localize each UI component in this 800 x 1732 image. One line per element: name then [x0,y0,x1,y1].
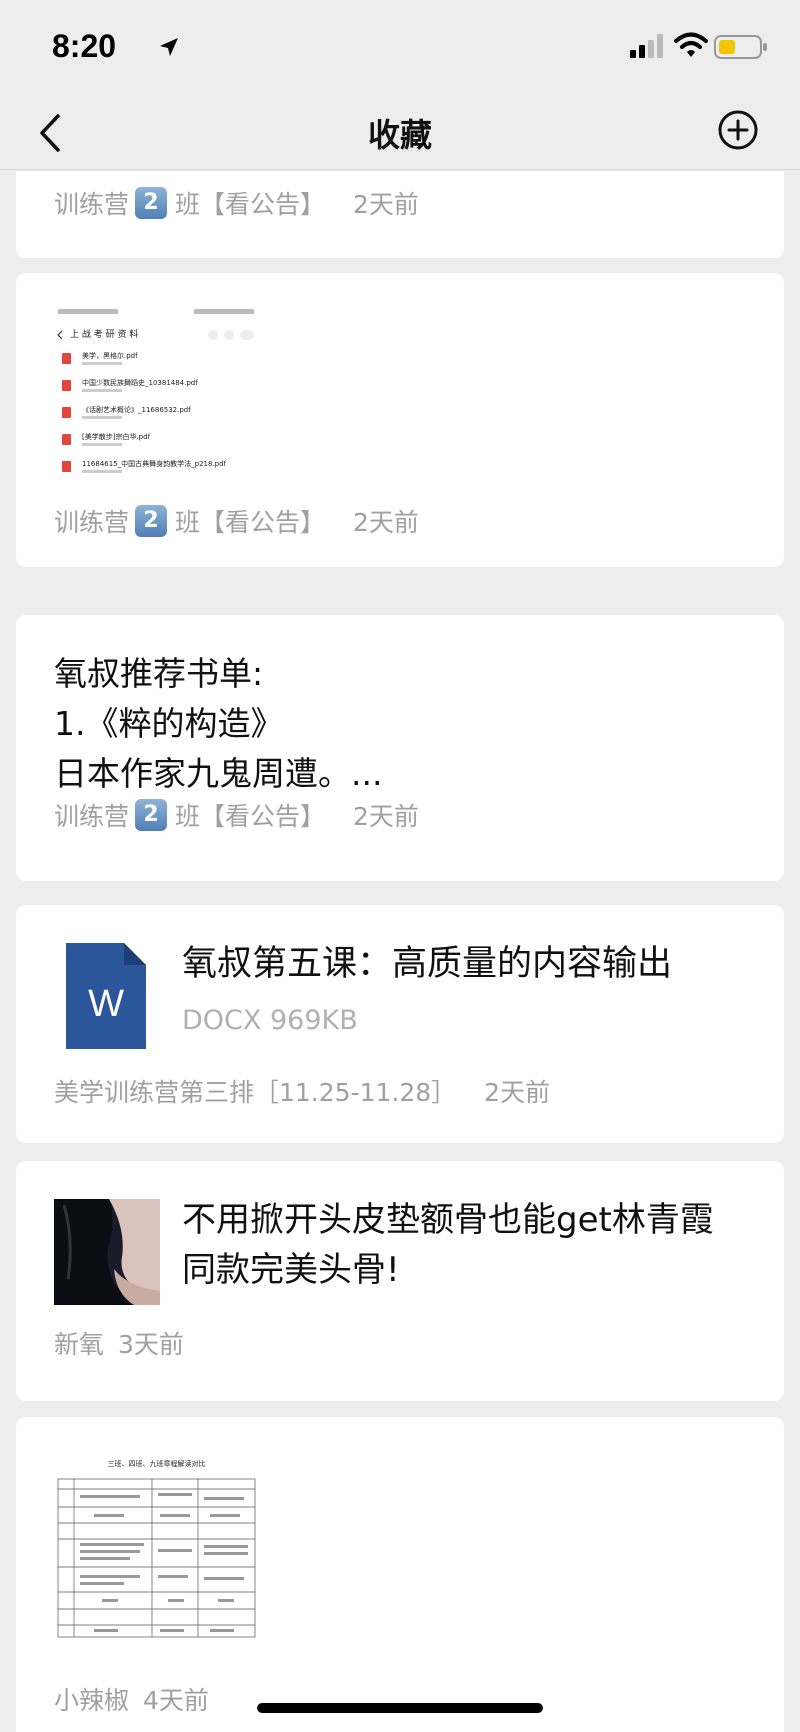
item-time: 4天前 [143,1686,209,1715]
word-icon-letter: W [88,983,124,1025]
item-meta: 新氧 3天前 [54,1325,184,1361]
item-meta: 训练营 2 班【看公告】 2天前 [54,797,419,833]
pdf-icon [62,380,71,391]
source-name: 美学训练营第三排［11.25-11.28］ [54,1078,457,1107]
item-time: 3天前 [118,1330,184,1359]
table-preview [57,1478,256,1638]
favorite-item[interactable]: 不用掀开头皮垫额骨也能get林青霞同款完美头骨! 新氧 3天前 [16,1161,784,1401]
thumb-file-name: 《话剧艺术概论》_11686532.pdf [82,406,191,414]
source-name: 训练营 [54,802,130,831]
status-bar: 8:20 [0,0,800,96]
keycap-badge: 2 [135,505,168,537]
source-suffix: 班【看公告】 [175,802,326,831]
source-name: 训练营 [54,190,130,219]
status-time: 8:20 [52,28,117,64]
thumb-file-name: 美学，黑格尔.pdf [82,352,138,360]
source-suffix: 班【看公告】 [175,190,326,219]
battery-icon [714,35,767,59]
thumb-file-name: 11684615_中国古典舞身韵教学法_p218.pdf [82,460,227,468]
keycap-badge: 2 [135,799,168,831]
thumb-file-row: 11684615_中国古典舞身韵教学法_p218.pdf [60,457,255,483]
favorite-item[interactable]: 三班、四班、九班章程解读对比 小辣椒 4天前 [16,1417,784,1732]
thumb-file-row: 美学，黑格尔.pdf [60,349,255,376]
item-time: 2天前 [353,508,419,537]
source-name: 新氧 [54,1330,105,1359]
favorites-list: 训练营 2 班【看公告】 2天前 上 战 考 研 资 料 美学，黑格尔.pdf … [0,171,800,1732]
thumb-file-name: [美学散步]宗白华.pdf [82,433,151,441]
image-thumbnail[interactable]: 上 战 考 研 资 料 美学，黑格尔.pdf 中国少数民族舞蹈史_1038148… [54,303,259,483]
article-title: 不用掀开头皮垫额骨也能get林青霞同款完美头骨! [182,1200,714,1290]
item-meta: 美学训练营第三排［11.25-11.28］ 2天前 [54,1073,550,1109]
favorite-item[interactable]: 氧叔推荐书单: 1.《粹的构造》 日本作家九鬼周遭。... 训练营 2 班【看公… [16,615,784,881]
thumb-header: 三班、四班、九班章程解读对比 [107,1460,206,1468]
location-arrow-icon [160,38,178,56]
thumb-file-row: 中国少数民族舞蹈史_10381484.pdf [60,376,255,403]
add-icon[interactable] [716,108,760,152]
navigation-bar: 收藏 [0,96,800,170]
thumb-file-row: [美学散步]宗白华.pdf [60,430,255,457]
article-thumbnail [54,1199,160,1305]
pdf-icon [62,461,71,472]
item-time: 2天前 [353,802,419,831]
source-suffix: 班【看公告】 [175,508,326,537]
pdf-icon [62,353,71,364]
favorite-item[interactable]: 上 战 考 研 资 料 美学，黑格尔.pdf 中国少数民族舞蹈史_1038148… [16,273,784,567]
image-thumbnail[interactable]: 三班、四班、九班章程解读对比 [54,1457,259,1639]
thumb-file-list: 美学，黑格尔.pdf 中国少数民族舞蹈史_10381484.pdf 《话剧艺术概… [60,349,255,483]
wifi-icon [674,32,708,57]
item-meta: 训练营 2 班【看公告】 2天前 [54,503,419,539]
item-meta: 训练营 2 班【看公告】 2天前 [54,185,419,221]
thumb-file-row: 《话剧艺术概论》_11686532.pdf [60,403,255,430]
favorite-item[interactable]: 训练营 2 班【看公告】 2天前 [16,171,784,258]
file-title: 氧叔第五课：高质量的内容输出 [182,944,673,984]
signal-icon [630,34,663,58]
item-time: 2天前 [484,1078,551,1107]
source-name: 小辣椒 [54,1686,130,1715]
note-text: 氧叔推荐书单: 1.《粹的构造》 日本作家九鬼周遭。... [54,654,383,793]
keycap-badge: 2 [135,187,168,219]
pdf-icon [62,407,71,418]
favorite-item[interactable]: W 氧叔第五课：高质量的内容输出 DOCX 969KB 美学训练营第三排［11.… [16,905,784,1143]
home-indicator[interactable] [257,1703,543,1713]
item-meta: 小辣椒 4天前 [54,1681,209,1717]
page-title: 收藏 [367,116,432,154]
thumb-file-name: 中国少数民族舞蹈史_10381484.pdf [82,379,198,387]
pdf-icon [62,434,71,445]
file-size: DOCX 969KB [182,1005,358,1036]
thumb-header: 上 战 考 研 资 料 [70,330,139,340]
source-name: 训练营 [54,508,130,537]
item-time: 2天前 [353,190,419,219]
